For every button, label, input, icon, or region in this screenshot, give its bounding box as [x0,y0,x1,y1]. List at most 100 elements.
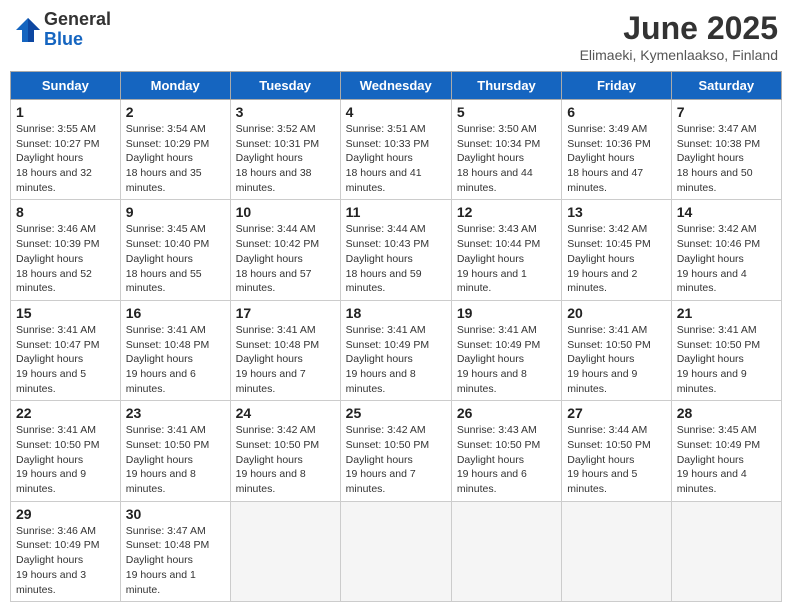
day-info: Sunrise: 3:41 AMSunset: 10:49 PMDaylight… [457,323,556,396]
day-number: 19 [457,305,556,321]
calendar-cell: 4 Sunrise: 3:51 AMSunset: 10:33 PMDayligh… [340,100,451,200]
calendar-row-4: 29 Sunrise: 3:46 AMSunset: 10:49 PMDaylig… [11,501,782,601]
day-number: 27 [567,405,665,421]
header: General Blue June 2025 Elimaeki, Kymenla… [10,10,782,63]
calendar-cell: 19 Sunrise: 3:41 AMSunset: 10:49 PMDaylig… [451,300,561,400]
day-number: 15 [16,305,115,321]
calendar-cell: 8 Sunrise: 3:46 AMSunset: 10:39 PMDayligh… [11,200,121,300]
day-number: 20 [567,305,665,321]
logo-general-text: General [44,10,111,30]
day-info: Sunrise: 3:41 AMSunset: 10:48 PMDaylight… [126,323,225,396]
day-info: Sunrise: 3:44 AMSunset: 10:50 PMDaylight… [567,423,665,496]
calendar-cell: 17 Sunrise: 3:41 AMSunset: 10:48 PMDaylig… [230,300,340,400]
day-number: 9 [126,204,225,220]
calendar-cell: 23Sunrise: 3:41 AMSunset: 10:50 PMDaylig… [120,401,230,501]
calendar-cell: 22Sunrise: 3:41 AMSunset: 10:50 PMDaylig… [11,401,121,501]
day-number: 25 [346,405,446,421]
title-area: June 2025 Elimaeki, Kymenlaakso, Finland [580,10,778,63]
col-friday: Friday [562,72,671,100]
day-info: Sunrise: 3:41 AMSunset: 10:47 PMDaylight… [16,323,115,396]
day-number: 29 [16,506,115,522]
calendar-cell: 24Sunrise: 3:42 AMSunset: 10:50 PMDaylig… [230,401,340,501]
calendar-cell [562,501,671,601]
calendar-cell: 14 Sunrise: 3:42 AMSunset: 10:46 PMDaylig… [671,200,781,300]
month-title: June 2025 [580,10,778,47]
calendar-row-1: 8 Sunrise: 3:46 AMSunset: 10:39 PMDayligh… [11,200,782,300]
calendar-cell: 5 Sunrise: 3:50 AMSunset: 10:34 PMDayligh… [451,100,561,200]
day-info: Sunrise: 3:43 AMSunset: 10:44 PMDaylight… [457,222,556,295]
col-tuesday: Tuesday [230,72,340,100]
calendar-cell: 20Sunrise: 3:41 AMSunset: 10:50 PMDaylig… [562,300,671,400]
day-info: Sunrise: 3:47 AMSunset: 10:38 PMDaylight… [677,122,776,195]
day-info: Sunrise: 3:45 AMSunset: 10:49 PMDaylight… [677,423,776,496]
day-number: 22 [16,405,115,421]
day-info: Sunrise: 3:41 AMSunset: 10:48 PMDaylight… [236,323,335,396]
calendar-cell [451,501,561,601]
day-number: 12 [457,204,556,220]
calendar-row-2: 15 Sunrise: 3:41 AMSunset: 10:47 PMDaylig… [11,300,782,400]
day-info: Sunrise: 3:43 AMSunset: 10:50 PMDaylight… [457,423,556,496]
day-number: 14 [677,204,776,220]
calendar-cell: 16 Sunrise: 3:41 AMSunset: 10:48 PMDaylig… [120,300,230,400]
logo-icon [14,16,42,44]
day-info: Sunrise: 3:42 AMSunset: 10:46 PMDaylight… [677,222,776,295]
day-number: 7 [677,104,776,120]
day-info: Sunrise: 3:44 AMSunset: 10:43 PMDaylight… [346,222,446,295]
calendar-cell [230,501,340,601]
day-info: Sunrise: 3:47 AMSunset: 10:48 PMDaylight… [126,524,225,597]
day-number: 21 [677,305,776,321]
logo-blue-text: Blue [44,30,111,50]
day-info: Sunrise: 3:49 AMSunset: 10:36 PMDaylight… [567,122,665,195]
day-info: Sunrise: 3:52 AMSunset: 10:31 PMDaylight… [236,122,335,195]
day-info: Sunrise: 3:41 AMSunset: 10:49 PMDaylight… [346,323,446,396]
calendar-body: 1Sunrise: 3:55 AMSunset: 10:27 PMDayligh… [11,100,782,602]
day-number: 5 [457,104,556,120]
day-number: 16 [126,305,225,321]
calendar-header-row: Sunday Monday Tuesday Wednesday Thursday… [11,72,782,100]
day-info: Sunrise: 3:45 AMSunset: 10:40 PMDaylight… [126,222,225,295]
calendar-cell [340,501,451,601]
calendar-cell: 25 Sunrise: 3:42 AMSunset: 10:50 PMDaylig… [340,401,451,501]
calendar-cell: 2Sunrise: 3:54 AMSunset: 10:29 PMDayligh… [120,100,230,200]
day-info: Sunrise: 3:46 AMSunset: 10:49 PMDaylight… [16,524,115,597]
calendar-cell: 12 Sunrise: 3:43 AMSunset: 10:44 PMDaylig… [451,200,561,300]
day-info: Sunrise: 3:44 AMSunset: 10:42 PMDaylight… [236,222,335,295]
col-thursday: Thursday [451,72,561,100]
logo: General Blue [14,10,111,50]
calendar-cell: 13 Sunrise: 3:42 AMSunset: 10:45 PMDaylig… [562,200,671,300]
day-number: 24 [236,405,335,421]
col-monday: Monday [120,72,230,100]
calendar-cell: 26 Sunrise: 3:43 AMSunset: 10:50 PMDaylig… [451,401,561,501]
day-number: 23 [126,405,225,421]
day-number: 8 [16,204,115,220]
calendar-cell: 18 Sunrise: 3:41 AMSunset: 10:49 PMDaylig… [340,300,451,400]
day-info: Sunrise: 3:46 AMSunset: 10:39 PMDaylight… [16,222,115,295]
calendar-cell: 6Sunrise: 3:49 AMSunset: 10:36 PMDayligh… [562,100,671,200]
calendar-cell: 29 Sunrise: 3:46 AMSunset: 10:49 PMDaylig… [11,501,121,601]
day-info: Sunrise: 3:51 AMSunset: 10:33 PMDaylight… [346,122,446,195]
day-number: 10 [236,204,335,220]
calendar-cell: 7 Sunrise: 3:47 AMSunset: 10:38 PMDayligh… [671,100,781,200]
day-number: 4 [346,104,446,120]
location-title: Elimaeki, Kymenlaakso, Finland [580,47,778,63]
calendar-table: Sunday Monday Tuesday Wednesday Thursday… [10,71,782,602]
col-wednesday: Wednesday [340,72,451,100]
calendar-cell: 9 Sunrise: 3:45 AMSunset: 10:40 PMDayligh… [120,200,230,300]
day-info: Sunrise: 3:50 AMSunset: 10:34 PMDaylight… [457,122,556,195]
calendar-cell: 21Sunrise: 3:41 AMSunset: 10:50 PMDaylig… [671,300,781,400]
day-number: 1 [16,104,115,120]
logo-text: General Blue [44,10,111,50]
calendar-row-3: 22Sunrise: 3:41 AMSunset: 10:50 PMDaylig… [11,401,782,501]
day-number: 26 [457,405,556,421]
day-number: 13 [567,204,665,220]
calendar-cell: 11Sunrise: 3:44 AMSunset: 10:43 PMDaylig… [340,200,451,300]
day-info: Sunrise: 3:42 AMSunset: 10:50 PMDaylight… [346,423,446,496]
col-saturday: Saturday [671,72,781,100]
day-number: 18 [346,305,446,321]
day-number: 17 [236,305,335,321]
calendar-cell: 28Sunrise: 3:45 AMSunset: 10:49 PMDaylig… [671,401,781,501]
calendar-cell: 30Sunrise: 3:47 AMSunset: 10:48 PMDaylig… [120,501,230,601]
calendar-cell: 15 Sunrise: 3:41 AMSunset: 10:47 PMDaylig… [11,300,121,400]
day-info: Sunrise: 3:42 AMSunset: 10:45 PMDaylight… [567,222,665,295]
calendar-cell: 27 Sunrise: 3:44 AMSunset: 10:50 PMDaylig… [562,401,671,501]
